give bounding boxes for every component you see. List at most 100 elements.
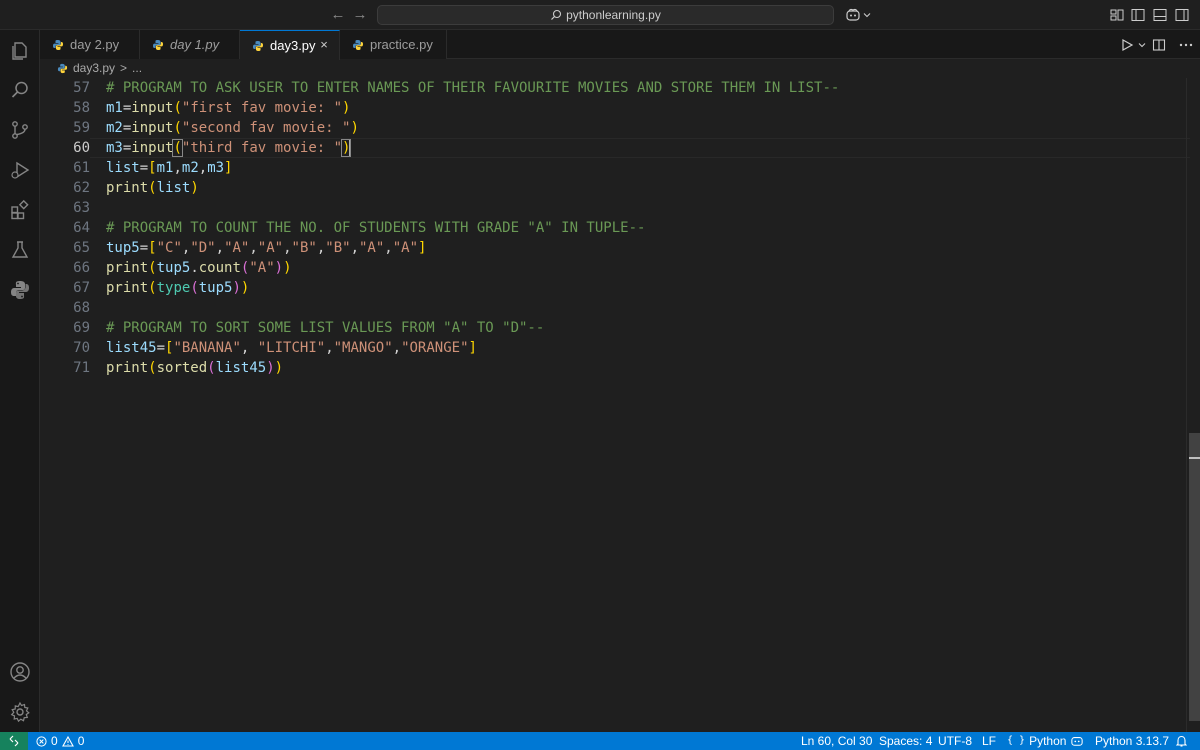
editor-tabs: day 2.py day 1.py day3.py × practice.py	[40, 30, 1200, 60]
close-icon[interactable]: ×	[317, 38, 331, 52]
code-token: )	[274, 360, 284, 376]
manage-gear-icon[interactable]	[8, 700, 32, 724]
tab-practice-py[interactable]: practice.py	[340, 30, 447, 59]
command-center-search[interactable]: pythonlearning.py	[377, 5, 834, 25]
run-python-file-button[interactable]	[1120, 36, 1147, 54]
code-token: )	[232, 280, 241, 296]
code-token: [	[148, 160, 157, 176]
testing-icon[interactable]	[8, 238, 32, 262]
breadcrumb-more[interactable]: ...	[132, 61, 142, 75]
arrow-left-icon[interactable]: ←	[328, 5, 348, 25]
toggle-secondary-sidebar-icon[interactable]	[1174, 7, 1190, 23]
code-token: )	[350, 120, 359, 136]
code-token: "third fav movie: "	[181, 140, 343, 156]
warning-count: 0	[77, 734, 85, 748]
copilot-icon[interactable]	[845, 7, 871, 23]
breadcrumb-file[interactable]: day3.py	[73, 61, 115, 75]
explorer-icon[interactable]	[8, 38, 32, 62]
python-icon[interactable]	[8, 278, 32, 302]
remote-icon	[9, 735, 19, 747]
code-token: list45	[215, 360, 267, 376]
code-token: tup5	[156, 260, 191, 276]
code-token: # PROGRAM TO ASK USER TO ENTER NAMES OF …	[106, 80, 840, 96]
code-token: m1	[106, 100, 123, 116]
toggle-primary-sidebar-icon[interactable]	[1130, 7, 1146, 23]
vertical-scrollbar[interactable]	[1186, 78, 1200, 732]
problems-indicator[interactable]: 0 0	[36, 732, 84, 750]
code-line: list45=["BANANA", "LITCHI","MANGO","ORAN…	[106, 338, 1176, 358]
code-token: =	[139, 240, 149, 256]
code-token: # PROGRAM TO COUNT THE NO. OF STUDENTS W…	[106, 220, 646, 236]
code-token: "BANANA"	[173, 340, 241, 356]
code-token: (	[148, 360, 157, 376]
code-token: "ORANGE"	[401, 340, 469, 356]
code-token: )	[342, 100, 351, 116]
code-token: ,	[198, 160, 208, 176]
code-token: (	[173, 120, 182, 136]
tab-label: day 2.py	[70, 37, 120, 52]
search-icon[interactable]	[8, 78, 32, 102]
code-token: "B"	[325, 240, 351, 256]
code-token: m3	[207, 160, 225, 176]
python-file-icon	[52, 39, 64, 51]
code-token: "A"	[359, 240, 385, 256]
encoding[interactable]: UTF-8	[938, 732, 972, 750]
code-token: "D"	[190, 240, 216, 256]
python-file-icon	[252, 40, 264, 52]
code-token: "MANGO"	[333, 340, 393, 356]
accounts-icon[interactable]	[8, 660, 32, 684]
code-editor[interactable]: 57 58 59 60 61 62 63 64 65 66 67 68 69 7…	[40, 78, 1200, 732]
code-token: tup5	[106, 240, 140, 256]
code-token: list	[156, 180, 191, 196]
code-token: (	[172, 139, 183, 157]
tab-day-1-py[interactable]: day 1.py	[140, 30, 240, 59]
code-token: ,	[350, 240, 359, 256]
code-token: ,	[384, 240, 393, 256]
activity-bar	[0, 30, 40, 732]
arrow-right-icon[interactable]: →	[350, 5, 370, 25]
code-token: .	[190, 260, 199, 276]
python-interpreter[interactable]: Python 3.13.7	[1095, 732, 1169, 750]
extensions-icon[interactable]	[8, 198, 32, 222]
code-token: (	[148, 180, 157, 196]
run-debug-icon[interactable]	[8, 158, 32, 182]
indentation[interactable]: Spaces: 4	[879, 732, 932, 750]
code-token: print	[106, 280, 149, 296]
code-token: )	[274, 260, 284, 276]
tab-day3-py[interactable]: day3.py ×	[240, 30, 340, 60]
end-of-line[interactable]: LF	[982, 732, 996, 750]
code-token: input	[131, 120, 174, 136]
code-lines: # PROGRAM TO ASK USER TO ENTER NAMES OF …	[106, 78, 1176, 378]
code-token: type	[156, 280, 191, 296]
line-number: 64	[73, 220, 90, 236]
code-token: =	[156, 340, 166, 356]
chevron-down-icon	[1138, 43, 1146, 48]
cursor-position[interactable]: Ln 60, Col 30	[801, 732, 872, 750]
code-token: ,	[325, 340, 334, 356]
customize-layout-icon[interactable]	[1109, 7, 1125, 23]
toggle-panel-icon[interactable]	[1152, 7, 1168, 23]
copilot-status-icon[interactable]	[1070, 732, 1084, 750]
code-token: input	[131, 140, 174, 156]
bell-icon[interactable]	[1176, 732, 1187, 750]
code-line: # PROGRAM TO ASK USER TO ENTER NAMES OF …	[106, 78, 1176, 98]
line-number: 67	[73, 280, 90, 296]
code-token: sorted	[156, 360, 208, 376]
code-token: )	[190, 180, 199, 196]
code-token: ,	[240, 340, 258, 356]
tab-label: practice.py	[370, 37, 433, 52]
code-token: m1	[156, 160, 174, 176]
line-number: 60	[73, 140, 90, 156]
split-editor-icon[interactable]	[1152, 36, 1166, 54]
tab-day-2-py[interactable]: day 2.py	[40, 30, 140, 59]
code-line: print(sorted(list45))	[106, 358, 1176, 378]
language-mode[interactable]: { } Python	[1007, 732, 1066, 750]
scrollbar-thumb[interactable]	[1189, 433, 1200, 721]
code-token: "LITCHI"	[257, 340, 326, 356]
code-token: "A"	[224, 240, 250, 256]
code-token: count	[198, 260, 241, 276]
remote-indicator[interactable]	[0, 732, 28, 750]
source-control-icon[interactable]	[8, 118, 32, 142]
more-actions-icon[interactable]	[1178, 36, 1194, 54]
status-bar: 0 0 Ln 60, Col 30 Spaces: 4 UTF-8 LF { }…	[0, 732, 1200, 750]
